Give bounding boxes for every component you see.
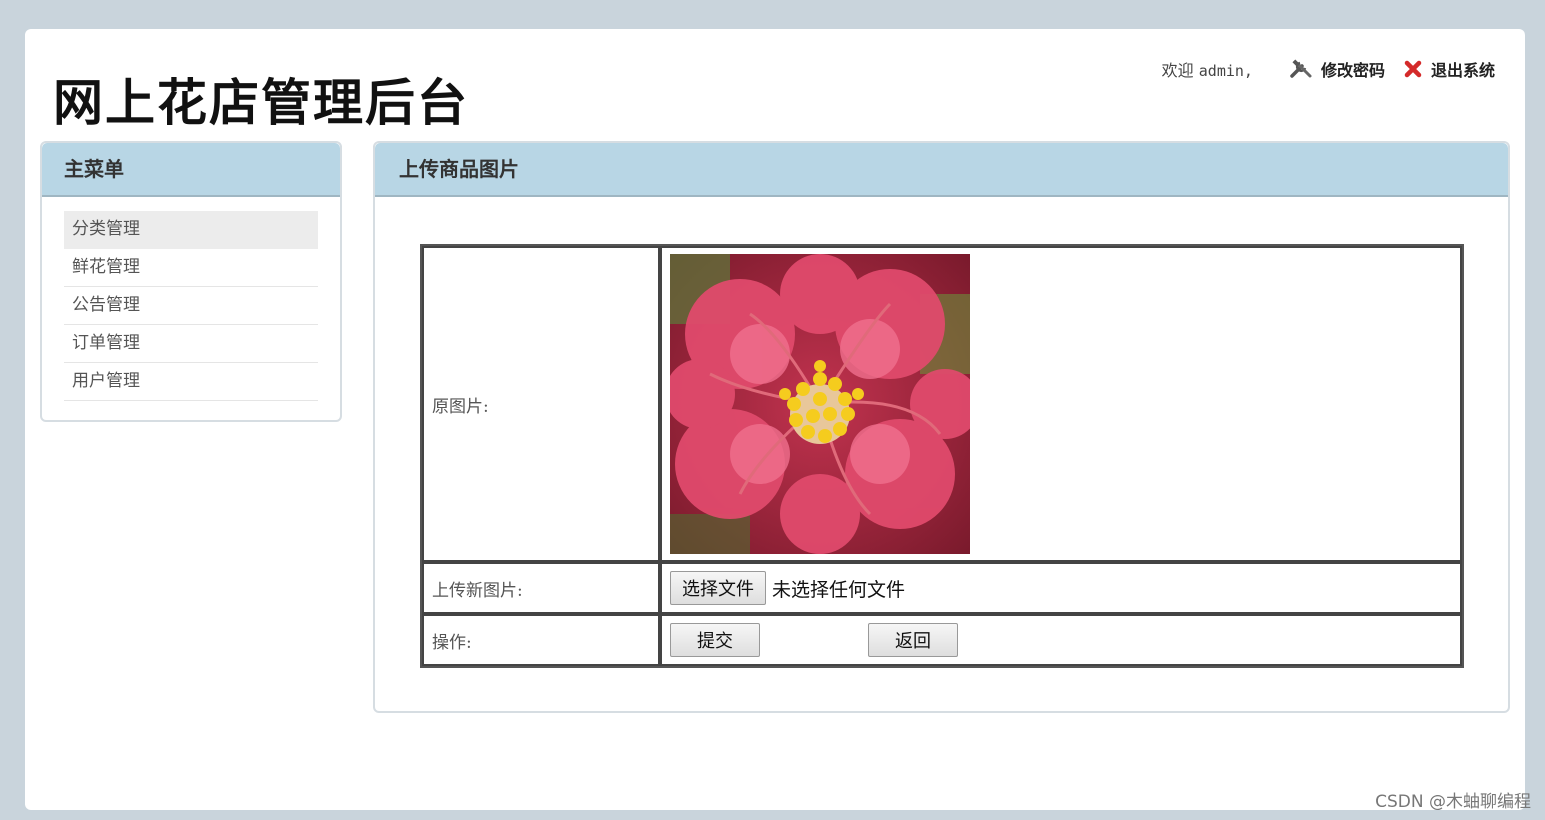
operation-buttons: 提交 返回 [670,623,1460,657]
welcome-text: 欢迎 admin, [1162,57,1253,81]
main-menu-title: 主菜单 [42,143,340,197]
upload-image-title: 上传商品图片 [375,143,1508,197]
menu-item-announcements[interactable]: 公告管理 [64,287,318,325]
file-input: 选择文件 未选择任何文件 [670,571,1460,605]
menu-item-category[interactable]: 分类管理 [64,211,318,249]
main-menu-panel: 主菜单 分类管理 鲜花管理 公告管理 订单管理 用户管理 [40,141,342,422]
upload-new-image-label: 上传新图片: [422,562,660,614]
upload-form-table: 原图片: 上传新图片: 选择文件 未选择任何文件 操作: 提交 返回 [420,244,1464,668]
welcome-prefix: 欢迎 [1161,61,1194,80]
logout-link[interactable]: 退出系统 [1403,57,1495,81]
table-row: 原图片: [422,246,1462,562]
menu-list: 分类管理 鲜花管理 公告管理 订单管理 用户管理 [42,197,340,401]
operations-label: 操作: [422,614,660,666]
logout-label: 退出系统 [1430,61,1495,80]
original-image-label: 原图片: [422,246,660,562]
menu-item-flowers[interactable]: 鲜花管理 [64,249,318,287]
tools-icon [1290,59,1312,78]
operations-cell: 提交 返回 [660,614,1462,666]
page-frame: 网上花店管理后台 欢迎 admin, 修改密码 退出系统 主菜单 分类管理 鲜花… [25,29,1525,810]
change-password-label: 修改密码 [1320,61,1385,80]
table-row: 上传新图片: 选择文件 未选择任何文件 [422,562,1462,614]
change-password-link[interactable]: 修改密码 [1289,57,1385,81]
menu-item-orders[interactable]: 订单管理 [64,325,318,363]
flower-image [670,254,970,554]
choose-file-button[interactable]: 选择文件 [670,571,766,605]
back-button[interactable]: 返回 [868,623,958,657]
site-title: 网上花店管理后台 [53,73,469,132]
table-row: 操作: 提交 返回 [422,614,1462,666]
top-bar: 欢迎 admin, 修改密码 退出系统 [1162,57,1495,81]
upload-image-panel: 上传商品图片 原图片: 上传新图片: 选择文件 未选择任何文件 操作: 提交 返… [373,141,1510,713]
original-image-cell [660,246,1462,562]
menu-item-users[interactable]: 用户管理 [64,363,318,401]
file-status-text: 未选择任何文件 [772,578,906,601]
username: admin, [1198,62,1253,80]
file-input-cell: 选择文件 未选择任何文件 [660,562,1462,614]
close-icon [1404,60,1422,78]
submit-button[interactable]: 提交 [670,623,760,657]
watermark: CSDN @木蚰聊编程 [1375,792,1531,812]
